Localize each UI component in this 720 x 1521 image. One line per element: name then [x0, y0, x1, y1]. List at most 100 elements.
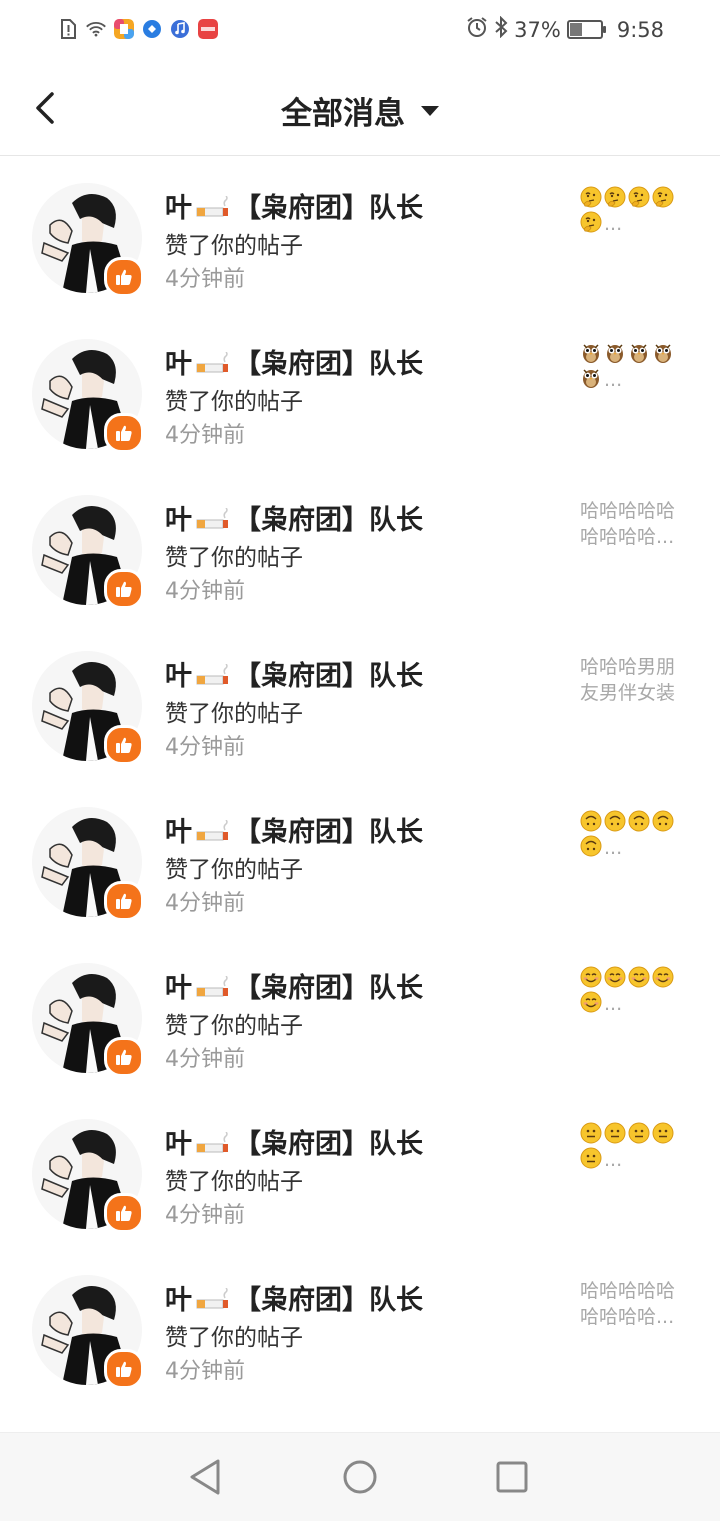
thumbs-up-badge [104, 725, 144, 765]
system-nav-bar [0, 1432, 720, 1521]
back-triangle-icon [190, 1459, 220, 1495]
message-item[interactable]: 叶 【枭府团】队长 赞了你的帖子 4分钟前 哈哈哈哈哈哈哈哈哈... [0, 468, 720, 624]
thumbs-up-icon [116, 893, 132, 909]
cigarette-emoji-icon [196, 1130, 230, 1161]
post-preview[interactable]: 哈哈哈哈哈哈哈哈哈... [580, 1278, 685, 1330]
thumbs-up-badge [104, 881, 144, 921]
upside-down-emoji-icon [580, 835, 602, 857]
cigarette-emoji-icon [196, 194, 230, 225]
upside-down-emoji-icon [652, 810, 674, 832]
post-preview[interactable]: 哈哈哈男朋友男伴女装 [580, 654, 685, 706]
timestamp: 4分钟前 [165, 735, 245, 760]
sim-alert-icon [58, 18, 78, 40]
action-text: 赞了你的帖子 [165, 233, 303, 259]
smiling-emoji-icon [628, 966, 650, 988]
smiling-emoji-icon [580, 991, 602, 1013]
sender-name: 叶 【枭府团】队长 [165, 810, 423, 849]
thinking-emoji-icon [580, 186, 602, 208]
action-text: 赞了你的帖子 [165, 857, 303, 883]
sender-name: 叶 【枭府团】队长 [165, 966, 423, 1005]
wifi-icon [86, 18, 106, 40]
neutral-emoji-icon [580, 1147, 602, 1169]
home-circle-icon [343, 1460, 377, 1494]
cigarette-emoji-icon [196, 974, 230, 1005]
message-item[interactable]: 叶 【枭府团】队长 赞了你的帖子 4分钟前 ... [0, 780, 720, 936]
upside-down-emoji-icon [604, 810, 626, 832]
sender-name-suffix: 【枭府团】队长 [234, 973, 423, 1004]
thumbs-up-icon [116, 1205, 132, 1221]
message-item[interactable]: 叶 【枭府团】队长 赞了你的帖子 4分钟前 ... [0, 312, 720, 468]
nav-back-button[interactable] [186, 1457, 226, 1497]
sender-name-prefix: 叶 [165, 1129, 192, 1160]
cigarette-emoji-icon [196, 1286, 230, 1317]
smiling-emoji-icon [652, 966, 674, 988]
smiling-emoji-icon [580, 966, 602, 988]
thumbs-up-badge [104, 413, 144, 453]
neutral-emoji-icon [628, 1122, 650, 1144]
caret-down-icon [421, 105, 439, 116]
sender-name: 叶 【枭府团】队长 [165, 654, 423, 693]
post-preview[interactable]: ... [580, 966, 685, 1016]
title-dropdown[interactable]: 全部消息 [0, 88, 720, 133]
post-preview[interactable]: 哈哈哈哈哈哈哈哈哈... [580, 498, 685, 550]
app-icon-4 [198, 18, 218, 40]
thumbs-up-badge [104, 257, 144, 297]
message-item[interactable]: 叶 【枭府团】队长 赞了你的帖子 4分钟前 ... [0, 156, 720, 312]
sender-name: 叶 【枭府团】队长 [165, 342, 423, 381]
sender-name-prefix: 叶 [165, 349, 192, 380]
owl-emoji-icon [583, 369, 599, 388]
thinking-emoji-icon [604, 186, 626, 208]
post-preview[interactable]: ... [580, 1122, 685, 1172]
sender-name: 叶 【枭府团】队长 [165, 498, 423, 537]
status-left-icons [58, 18, 218, 40]
thinking-emoji-icon [580, 211, 602, 233]
status-bar: 37% 9:58 [0, 0, 720, 62]
thumbs-up-icon [116, 269, 132, 285]
timestamp: 4分钟前 [165, 579, 245, 604]
cigarette-emoji-icon [196, 350, 230, 381]
neutral-emoji-icon [652, 1122, 674, 1144]
message-item[interactable]: 叶 【枭府团】队长 赞了你的帖子 4分钟前 ... [0, 936, 720, 1092]
timestamp: 4分钟前 [165, 1359, 245, 1384]
post-preview[interactable]: ... [580, 342, 685, 392]
sender-name: 叶 【枭府团】队长 [165, 186, 423, 225]
timestamp: 4分钟前 [165, 891, 245, 916]
thumbs-up-icon [116, 425, 132, 441]
owl-emoji-icon [607, 344, 623, 363]
owl-emoji-icon [655, 344, 671, 363]
neutral-emoji-icon [580, 1122, 602, 1144]
thumbs-up-icon [116, 581, 132, 597]
app-icon-1 [114, 18, 134, 40]
post-preview[interactable]: ... [580, 186, 685, 236]
action-text: 赞了你的帖子 [165, 1169, 303, 1195]
smiling-emoji-icon [604, 966, 626, 988]
sender-name-suffix: 【枭府团】队长 [234, 1285, 423, 1316]
thumbs-up-badge [104, 569, 144, 609]
timestamp: 4分钟前 [165, 1047, 245, 1072]
action-text: 赞了你的帖子 [165, 389, 303, 415]
thumbs-up-badge [104, 1037, 144, 1077]
sender-name-prefix: 叶 [165, 505, 192, 536]
status-right: 37% 9:58 [466, 15, 664, 43]
message-item[interactable]: 叶 【枭府团】队长 赞了你的帖子 4分钟前 ... [0, 1092, 720, 1248]
thumbs-up-icon [116, 737, 132, 753]
battery-percent: 37% [514, 17, 561, 42]
cigarette-emoji-icon [196, 818, 230, 849]
post-preview[interactable]: ... [580, 810, 685, 860]
thinking-emoji-icon [652, 186, 674, 208]
sender-name: 叶 【枭府团】队长 [165, 1278, 423, 1317]
page-title: 全部消息 [281, 96, 405, 132]
sender-name-suffix: 【枭府团】队长 [234, 661, 423, 692]
thumbs-up-icon [116, 1361, 132, 1377]
message-item[interactable]: 叶 【枭府团】队长 赞了你的帖子 4分钟前 哈哈哈哈哈哈哈哈哈... [0, 1248, 720, 1404]
timestamp: 4分钟前 [165, 267, 245, 292]
nav-recents-button[interactable] [492, 1457, 532, 1497]
message-item[interactable]: 叶 【枭府团】队长 赞了你的帖子 4分钟前 哈哈哈男朋友男伴女装 [0, 624, 720, 780]
nav-home-button[interactable] [340, 1457, 380, 1497]
sender-name-prefix: 叶 [165, 193, 192, 224]
sender-name: 叶 【枭府团】队长 [165, 1122, 423, 1161]
bluetooth-icon [494, 15, 508, 43]
action-text: 赞了你的帖子 [165, 1325, 303, 1351]
owl-emoji-icon [583, 344, 599, 363]
upside-down-emoji-icon [628, 810, 650, 832]
